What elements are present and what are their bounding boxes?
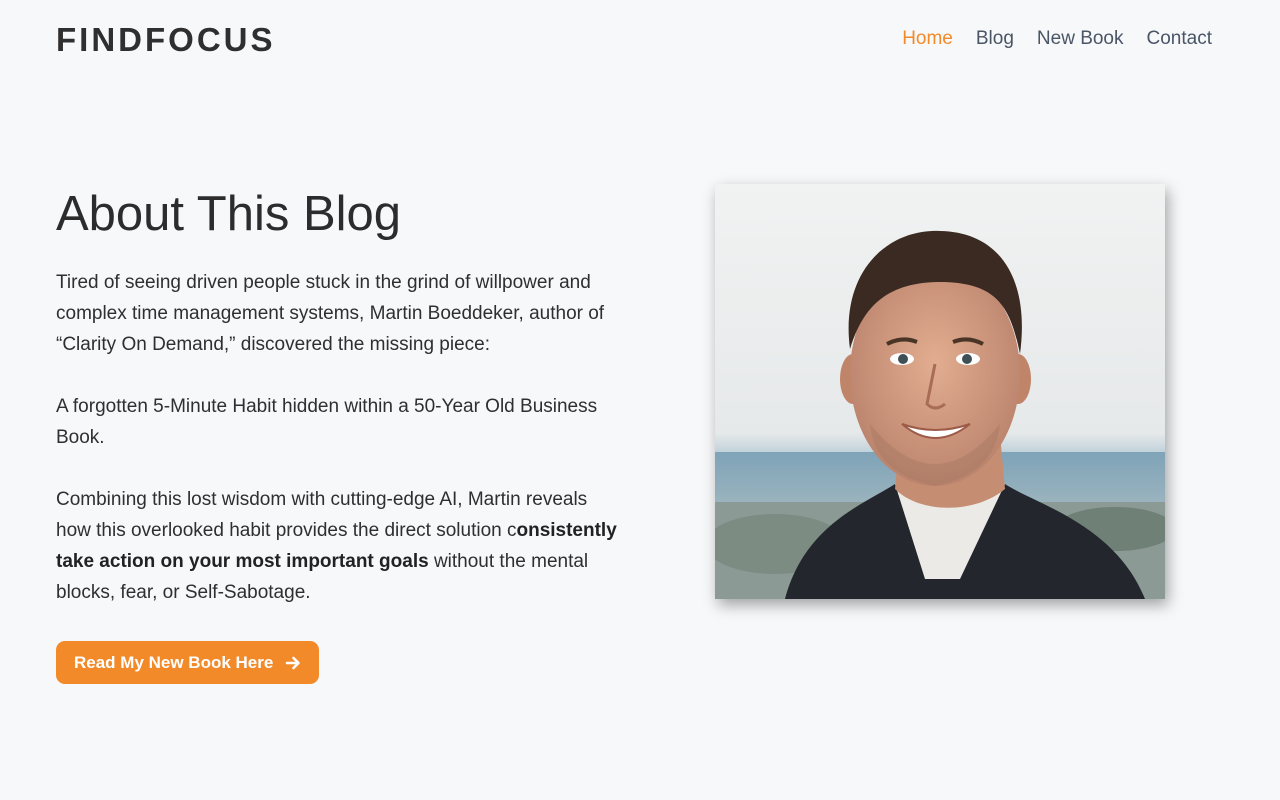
solution-text-before: Combining this lost wisdom with cutting-… [56, 489, 588, 541]
nav-item-new-book[interactable]: New Book [1037, 28, 1124, 50]
read-book-label: Read My New Book Here [74, 652, 274, 672]
author-portrait-image [715, 184, 1165, 599]
solution-paragraph: Combining this lost wisdom with cutting-… [56, 484, 626, 608]
page-title: About This Blog [56, 187, 402, 241]
about-section: About This Blog Tired of seeing driven p… [56, 185, 636, 684]
nav-item-blog[interactable]: Blog [976, 28, 1014, 50]
author-photo [715, 184, 1165, 599]
main-nav: Home Blog New Book Contact [902, 28, 1212, 50]
nav-item-contact[interactable]: Contact [1147, 28, 1212, 50]
intro-paragraph: Tired of seeing driven people stuck in t… [56, 272, 605, 355]
arrow-right-icon [286, 656, 301, 669]
site-header: FINDFOCUS Home Blog New Book Contact [0, 0, 1280, 80]
read-book-button[interactable]: Read My New Book Here [56, 641, 320, 684]
habit-paragraph: A forgotten 5-Minute Habit hidden within… [56, 396, 598, 448]
nav-item-home[interactable]: Home [902, 28, 953, 50]
site-logo[interactable]: FINDFOCUS [56, 21, 276, 59]
